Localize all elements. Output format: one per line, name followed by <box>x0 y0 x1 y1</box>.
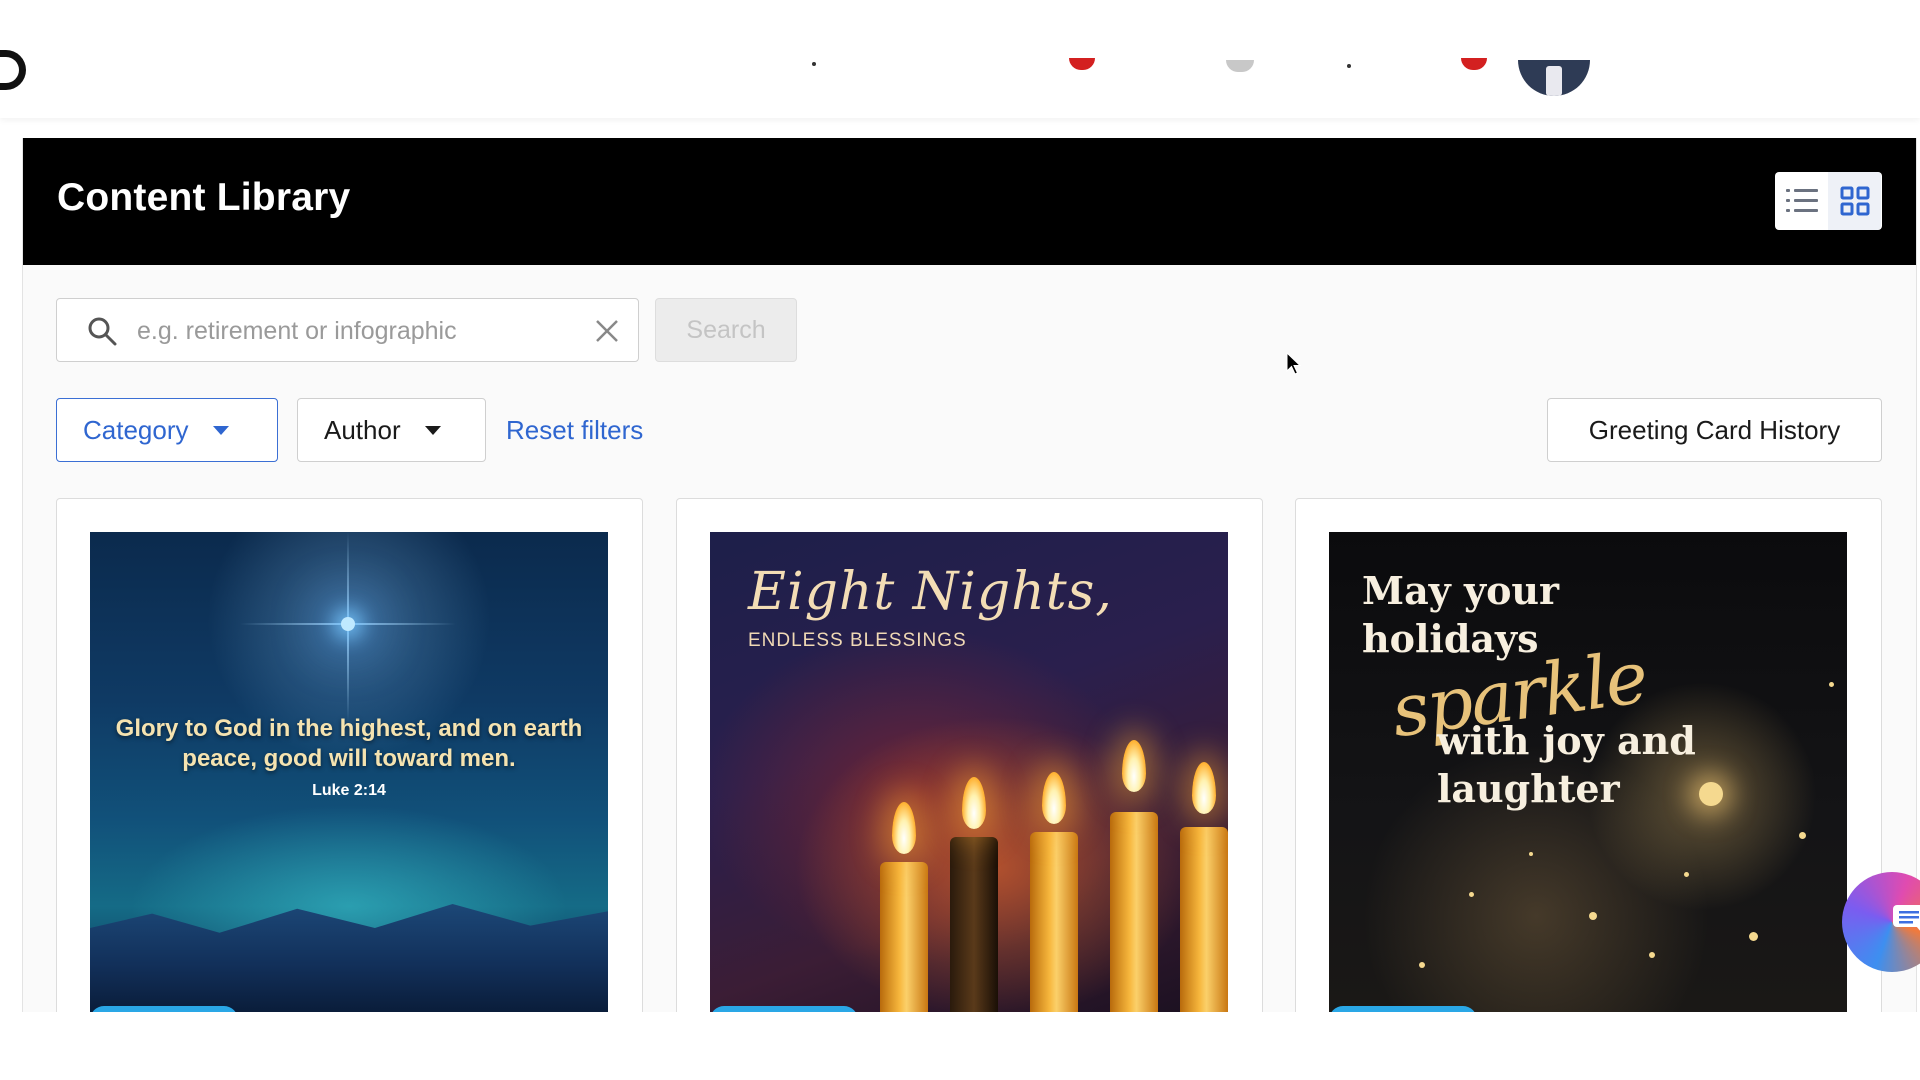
nav-icon[interactable] <box>1226 60 1254 72</box>
list-view-button[interactable] <box>1775 172 1828 230</box>
card-thumbnail-candles[interactable]: Eight Nights, ENDLESS BLESSINGS <box>710 532 1228 1012</box>
search-button[interactable]: Search <box>655 298 797 362</box>
candle-graphic <box>880 862 928 1012</box>
sparkle-dot <box>1469 892 1474 897</box>
page-footer-space <box>0 1012 1920 1080</box>
category-filter-dropdown[interactable]: Category <box>56 398 278 462</box>
sparkle-dot <box>1749 932 1758 941</box>
sparkle-dot <box>1684 872 1689 877</box>
candle-graphic <box>1180 827 1228 1012</box>
star-icon <box>341 617 355 631</box>
view-toggle <box>1775 172 1882 230</box>
avatar[interactable] <box>1518 60 1590 96</box>
chat-icon <box>1893 905 1920 931</box>
card-subtitle-text: ENDLESS BLESSINGS <box>748 630 967 651</box>
search-input[interactable] <box>135 299 559 363</box>
top-navigation <box>0 0 1920 118</box>
reset-filters-link[interactable]: Reset filters <box>506 415 643 446</box>
grid-view-button[interactable] <box>1828 172 1881 230</box>
sparkle-dot <box>1799 832 1806 839</box>
flame-graphic <box>962 777 986 829</box>
mountains-graphic <box>90 904 608 1012</box>
card-text-line: with joy and <box>1437 718 1696 763</box>
search-icon <box>88 317 117 346</box>
chevron-down-icon <box>212 425 229 435</box>
content-library-panel: Content Library e.g. retirement or infog… <box>22 138 1917 1019</box>
card-thumbnail-sparkle[interactable]: May your holidays sparkle with joy and l… <box>1329 532 1847 1012</box>
card-verse-text: Glory to God in the highest, and on eart… <box>115 715 583 772</box>
flame-graphic <box>1122 740 1146 792</box>
content-card[interactable]: Eight Nights, ENDLESS BLESSINGS <box>676 498 1263 1018</box>
notification-badge[interactable] <box>1069 58 1095 70</box>
content-card[interactable]: May your holidays sparkle with joy and l… <box>1295 498 1882 1018</box>
chevron-down-icon <box>424 425 441 435</box>
logo[interactable] <box>0 50 26 90</box>
sparkle-dot <box>1649 952 1655 958</box>
flame-graphic <box>892 802 916 854</box>
flame-graphic <box>1042 772 1066 824</box>
author-filter-dropdown[interactable]: Author <box>297 398 486 462</box>
sparkle-dot <box>1419 962 1425 968</box>
sparkle-dot <box>1589 912 1597 920</box>
close-icon[interactable] <box>594 318 620 344</box>
page-title: Content Library <box>57 176 351 219</box>
card-text-line: May your <box>1362 568 1560 613</box>
nav-dot <box>1347 64 1351 68</box>
greeting-card-history-button[interactable]: Greeting Card History <box>1547 398 1882 462</box>
category-filter-label: Category <box>83 414 189 445</box>
card-title-text: Eight Nights, <box>748 562 1113 622</box>
candle-graphic <box>950 837 998 1012</box>
nav-dot <box>812 62 816 66</box>
sparkle-dot <box>1699 782 1723 806</box>
content-card[interactable]: Glory to God in the highest, and on eart… <box>56 498 643 1018</box>
card-text-line: laughter <box>1437 766 1620 811</box>
search-box <box>56 298 639 363</box>
card-verse-reference: Luke 2:14 <box>312 782 386 799</box>
flame-graphic <box>1192 762 1216 814</box>
sparkle-dot <box>1529 852 1533 856</box>
candle-graphic <box>1030 832 1078 1012</box>
author-filter-label: Author <box>324 414 401 445</box>
candle-graphic <box>1110 812 1158 1012</box>
panel-header: Content Library <box>23 138 1916 265</box>
list-icon <box>1785 189 1818 212</box>
mouse-cursor-icon <box>1286 352 1302 375</box>
card-thumbnail-star[interactable]: Glory to God in the highest, and on eart… <box>90 532 608 1012</box>
sparkle-dot <box>1829 682 1834 687</box>
notification-badge[interactable] <box>1461 58 1487 70</box>
grid-icon <box>1840 186 1869 216</box>
